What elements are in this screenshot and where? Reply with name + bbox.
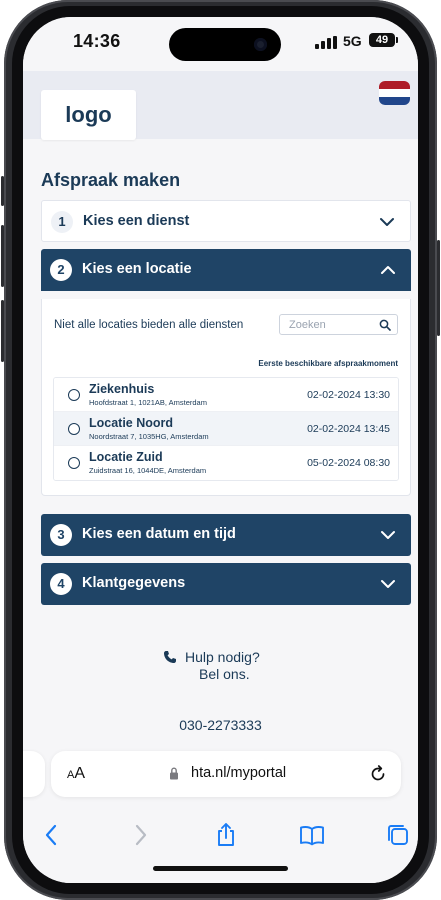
status-bar: 14:36 5G 49 [23, 17, 418, 71]
logo-text: logo [65, 102, 112, 127]
chevron-up-icon [381, 266, 395, 274]
lock-icon [170, 767, 178, 780]
step-number: 1 [51, 211, 73, 233]
share-icon[interactable] [213, 822, 239, 848]
location-name: Ziekenhuis [89, 382, 155, 396]
location-address: Noordstraat 7, 1035HG, Amsterdam [89, 432, 209, 441]
volume-down-button [1, 300, 4, 362]
location-note: Niet alle locaties bieden alle diensten [54, 319, 244, 331]
chevron-down-icon [380, 218, 394, 226]
step-label: Klantgegevens [82, 575, 186, 591]
step-choose-location[interactable]: 2 Kies een locatie [41, 249, 411, 291]
mute-switch [1, 176, 4, 206]
step-choose-date-time[interactable]: 3 Kies een datum en tijd [41, 514, 411, 556]
signal-icon [315, 36, 337, 49]
text-size-button[interactable]: AA [67, 765, 85, 783]
reload-icon[interactable] [368, 764, 388, 784]
search-input[interactable]: Zoeken [279, 314, 398, 335]
phone-frame: 14:36 5G 49 logo Afspraak maken 1 Kies e… [1, 0, 440, 900]
step-label: Kies een locatie [82, 261, 192, 277]
location-row[interactable]: Ziekenhuis Hoofdstraat 1, 1021AB, Amster… [54, 378, 398, 412]
step-label: Kies een datum en tijd [82, 526, 236, 542]
home-indicator [153, 866, 288, 871]
help-question: Hulp nodig? [185, 649, 260, 665]
step-number: 3 [50, 524, 72, 546]
camera-icon [254, 38, 267, 51]
step-choose-service[interactable]: 1 Kies een dienst [41, 200, 411, 242]
status-time: 14:36 [73, 31, 121, 51]
location-panel: Niet alle locaties bieden alle diensten … [41, 299, 411, 496]
phone-icon [164, 651, 176, 663]
back-icon[interactable] [39, 822, 65, 848]
search-placeholder: Zoeken [289, 319, 326, 331]
aa-large: A [74, 765, 86, 782]
page-title: Afspraak maken [41, 170, 181, 190]
location-row[interactable]: Locatie Zuid Zuidstraat 16, 1044DE, Amst… [54, 446, 398, 480]
address-bar[interactable]: AA hta.nl/myportal [51, 751, 401, 797]
chevron-down-icon [381, 580, 395, 588]
previous-tab-preview[interactable] [23, 751, 45, 797]
location-first-available: 02-02-2024 13:30 [307, 389, 390, 401]
location-radio[interactable] [68, 457, 80, 469]
language-flag-icon[interactable] [379, 81, 410, 105]
network-type: 5G [343, 33, 362, 49]
browser-bottom-bar: AA hta.nl/myportal [23, 739, 418, 883]
url-text: hta.nl/myportal [191, 765, 287, 781]
volume-up-button [1, 225, 4, 287]
location-first-available: 02-02-2024 13:45 [307, 423, 390, 435]
step-number: 4 [50, 573, 72, 595]
search-icon [379, 319, 391, 331]
tabs-icon[interactable] [385, 822, 411, 848]
forward-icon[interactable] [127, 822, 153, 848]
step-customer-details[interactable]: 4 Klantgegevens [41, 563, 411, 605]
battery-icon: 49 [369, 33, 395, 47]
location-address: Zuidstraat 16, 1044DE, Amsterdam [89, 466, 207, 475]
column-header-first-available: Eerste beschikbare afspraakmoment [258, 359, 398, 368]
location-list: Ziekenhuis Hoofdstraat 1, 1021AB, Amster… [53, 377, 399, 481]
location-first-available: 05-02-2024 08:30 [307, 457, 390, 469]
logo[interactable]: logo [41, 90, 136, 140]
step-label: Kies een dienst [83, 213, 190, 229]
location-address: Hoofdstraat 1, 1021AB, Amsterdam [89, 398, 207, 407]
power-button [437, 240, 440, 336]
site-header: logo [23, 71, 418, 140]
battery-tip [396, 37, 398, 43]
help-call-us: Bel ons. [199, 666, 250, 682]
location-name: Locatie Noord [89, 416, 174, 430]
location-radio[interactable] [68, 423, 80, 435]
step-number: 2 [50, 259, 72, 281]
dynamic-island [169, 28, 281, 61]
location-name: Locatie Zuid [89, 450, 163, 464]
location-radio[interactable] [68, 389, 80, 401]
location-row[interactable]: Locatie Noord Noordstraat 7, 1035HG, Ams… [54, 412, 398, 446]
screen: 14:36 5G 49 logo Afspraak maken 1 Kies e… [23, 17, 418, 883]
help-phone-number[interactable]: 030-2273333 [23, 717, 418, 733]
chevron-down-icon [381, 531, 395, 539]
bookmarks-icon[interactable] [299, 822, 325, 848]
